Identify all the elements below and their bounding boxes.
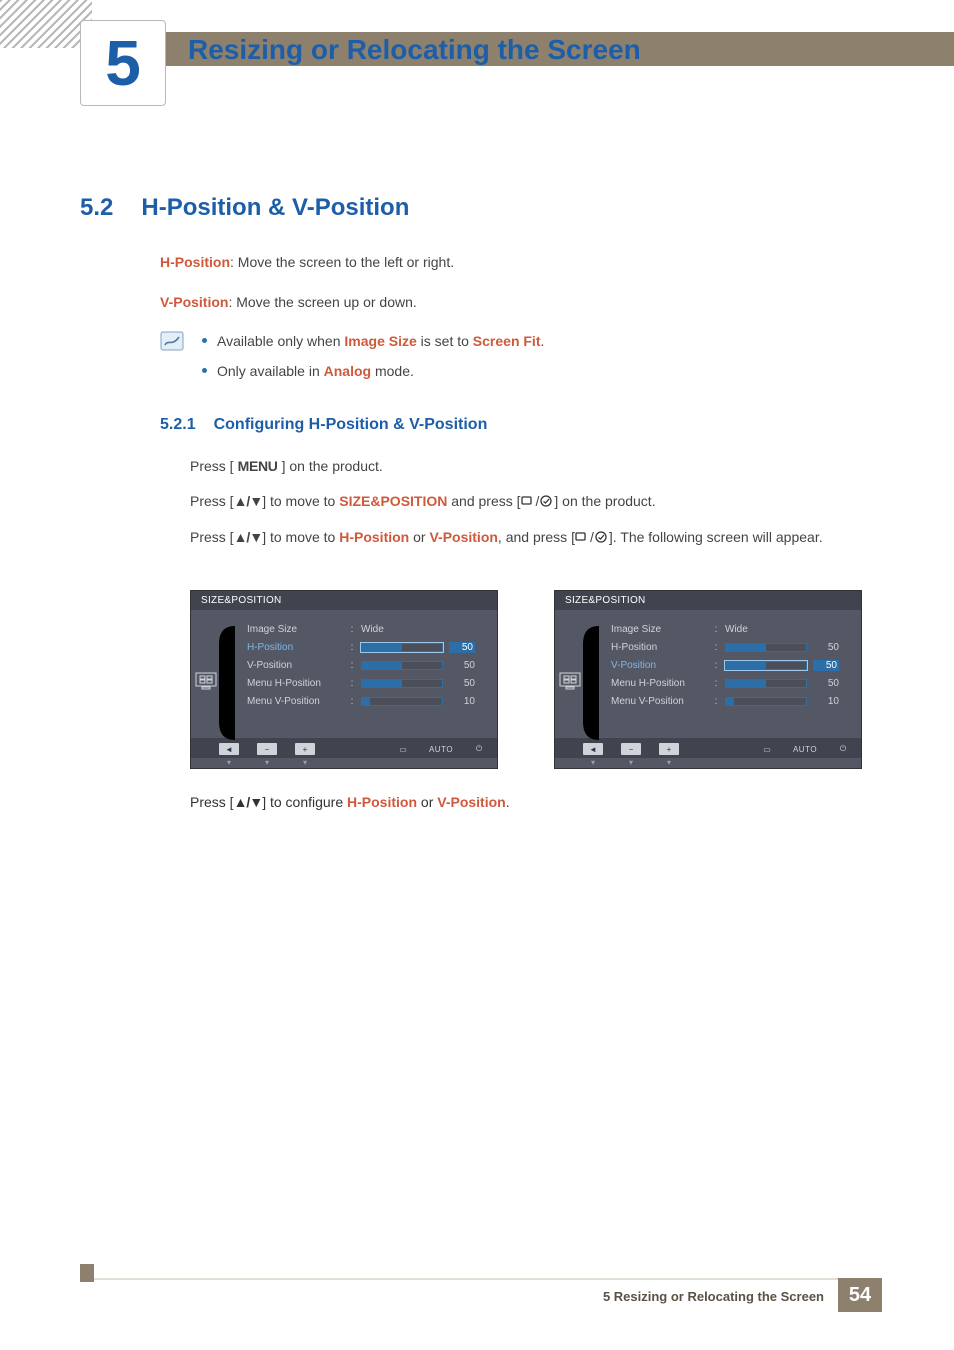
section-number: 5.2 <box>80 194 113 222</box>
menu-keyword: MENU <box>234 456 282 478</box>
osd-bracket-decor <box>217 624 237 742</box>
footer-chapter-label: 5 Resizing or Relocating the Screen <box>603 1289 824 1304</box>
osd-plus-icon: + <box>295 743 315 755</box>
osd-minus-icon: − <box>621 743 641 755</box>
osd-auto-label: AUTO <box>431 743 451 755</box>
step-1: Press [MENU] on the product. <box>190 456 882 478</box>
osd-title: SIZE&POSITION <box>555 591 861 610</box>
steps-list: Press [MENU] on the product. Press [▲/▼]… <box>190 456 882 549</box>
step-4: Press [▲/▼] to configure H-Position or V… <box>190 794 882 810</box>
enter-icon <box>594 531 609 543</box>
enter-icon <box>539 495 554 507</box>
osd-source-icon: ▭ <box>393 743 413 755</box>
subsection-title: Configuring H-Position & V-Position <box>214 413 488 438</box>
note-icon <box>160 331 184 351</box>
osd-category-icon <box>559 672 581 690</box>
osd-vposition: SIZE&POSITION Image Size:Wide H-Position… <box>554 590 862 769</box>
osd-back-icon: ◄ <box>583 743 603 755</box>
osd-plus-icon: + <box>659 743 679 755</box>
note-item-1: Available only when Image Size is set to… <box>202 331 882 353</box>
osd-power-icon: ⏻ <box>833 743 853 755</box>
osd-hposition: SIZE&POSITION Image Size:Wide H-Position… <box>190 590 498 769</box>
hpos-description: H-Position: Move the screen to the left … <box>160 252 882 274</box>
subsection-heading: 5.2.1 Configuring H-Position & V-Positio… <box>160 413 882 438</box>
osd-power-icon: ⏻ <box>469 743 489 755</box>
osd-screenshots-row: SIZE&POSITION Image Size:Wide H-Position… <box>190 590 862 769</box>
osd-minus-icon: − <box>257 743 277 755</box>
source-icon <box>521 495 536 507</box>
vpos-term: V-Position <box>160 294 228 310</box>
footer-rule <box>80 1278 882 1280</box>
section-title: H-Position & V-Position <box>141 194 409 222</box>
step-3: Press [▲/▼] to move to H-Position or V-P… <box>190 527 882 549</box>
osd-back-icon: ◄ <box>219 743 239 755</box>
osd-title: SIZE&POSITION <box>191 591 497 610</box>
osd-auto-label: AUTO <box>795 743 815 755</box>
osd-source-icon: ▭ <box>757 743 777 755</box>
page-number: 54 <box>838 1278 882 1312</box>
step-2: Press [▲/▼] to move to SIZE&POSITION and… <box>190 491 882 513</box>
chapter-title: Resizing or Relocating the Screen <box>188 34 641 66</box>
subsection-number: 5.2.1 <box>160 413 196 438</box>
header-hatch-decor <box>0 0 92 48</box>
chapter-number: 5 <box>105 31 141 95</box>
note-item-2: Only available in Analog mode. <box>202 361 882 383</box>
chapter-number-box: 5 <box>80 20 166 106</box>
source-icon <box>575 531 590 543</box>
body-content: H-Position: Move the screen to the left … <box>160 252 882 563</box>
hpos-term: H-Position <box>160 254 230 270</box>
footer-tab-decor <box>80 1264 94 1282</box>
osd-category-icon <box>195 672 217 690</box>
vpos-description: V-Position: Move the screen up or down. <box>160 292 882 314</box>
section-heading: 5.2 H-Position & V-Position <box>80 194 882 222</box>
note-block: Available only when Image Size is set to… <box>160 331 882 390</box>
osd-bracket-decor <box>581 624 601 742</box>
